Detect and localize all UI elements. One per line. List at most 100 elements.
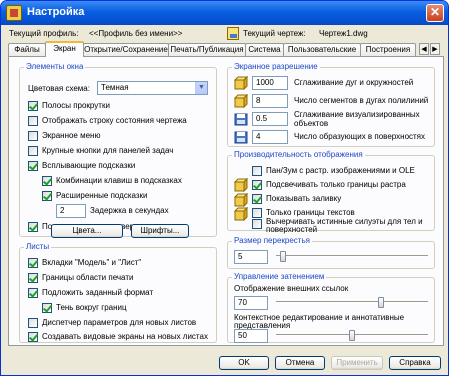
paper-shadow-label: Тень вокруг границ <box>56 303 127 312</box>
tab-scroll-right-button[interactable]: ▶ <box>430 43 440 55</box>
tab-files[interactable]: Файлы <box>8 43 46 56</box>
window-elements-group: Элементы окна Цветовая схема: Темная ▼ П… <box>19 62 217 237</box>
title-bar[interactable]: Настройка ✕ <box>1 1 448 25</box>
crosshair-size-title: Размер перекрестья <box>232 236 312 246</box>
profile-label: Текущий профиль: <box>9 29 79 38</box>
paper-shadow-checkbox[interactable] <box>42 303 52 313</box>
tooltips-checkbox[interactable] <box>28 161 38 171</box>
display-performance-group: Производительность отображения Пан/Зум с… <box>227 150 435 234</box>
tab-open-save[interactable]: Открытие/Сохранение <box>83 43 169 56</box>
close-button[interactable]: ✕ <box>426 4 444 22</box>
printable-area-label: Границы области печати <box>42 273 134 282</box>
xref-fade-track <box>276 301 428 303</box>
xref-fade-label: Отображение внешних ссылок <box>234 284 349 293</box>
tab-scroll-left-button[interactable]: ◀ <box>419 43 429 55</box>
rendered-smoothness-label-line2: объектов <box>294 119 329 128</box>
pan-zoom-raster-checkbox[interactable] <box>252 166 262 176</box>
options-dialog: Настройка ✕ Текущий профиль: <<Профиль б… <box>0 0 449 376</box>
cancel-button[interactable]: Отмена <box>275 356 325 370</box>
apply-button[interactable]: Применить <box>331 356 383 370</box>
app-icon <box>6 5 22 21</box>
pan-zoom-raster-label: Пан/Зум с растр. изображениями и OLE <box>266 166 415 175</box>
tooltips-label: Всплывающие подсказки <box>42 161 136 170</box>
crosshair-size-track <box>276 255 428 257</box>
color-scheme-select[interactable]: Темная ▼ <box>97 81 208 95</box>
page-setup-manager-label: Диспетчер параметров для новых листов <box>42 318 197 327</box>
create-viewport-label: Создавать видовые экраны на новых листах <box>42 332 208 341</box>
shortcut-keys-label: Комбинации клавиш в подсказках <box>56 176 182 185</box>
apply-solid-fill-label: Показывать заливку <box>266 194 342 203</box>
drawing-setting-icon <box>234 207 248 221</box>
crosshair-size-group: Размер перекрестья 5 <box>227 236 435 269</box>
extended-tooltips-checkbox[interactable] <box>42 191 52 201</box>
page-setup-manager-checkbox[interactable] <box>28 318 38 328</box>
apply-solid-fill-checkbox[interactable] <box>252 194 262 204</box>
screen-menu-label: Экранное меню <box>42 131 101 140</box>
crosshair-size-input[interactable]: 5 <box>234 250 268 264</box>
tab-system[interactable]: Система <box>245 43 284 56</box>
drawing-label: Текущий чертеж: <box>243 29 306 38</box>
display-tab-panel: Элементы окна Цветовая схема: Темная ▼ П… <box>8 56 444 346</box>
saved-setting-icon <box>234 113 248 126</box>
profile-value: <<Профиль без имени>> <box>89 29 183 38</box>
layout-elements-group: Листы Вкладки "Модель" и "Лист" Границы … <box>19 242 217 343</box>
scrollbars-checkbox[interactable] <box>28 101 38 111</box>
paper-background-checkbox[interactable] <box>28 288 38 298</box>
inplace-fade-slider[interactable] <box>349 330 355 341</box>
polyline-segments-label: Число сегментов в дугах полилиний <box>294 96 429 105</box>
rollover-tooltips-checkbox[interactable] <box>28 222 38 232</box>
highlight-raster-frame-checkbox[interactable] <box>252 180 262 190</box>
drawing-icon <box>227 27 239 40</box>
inplace-fade-input[interactable]: 50 <box>234 329 268 343</box>
color-scheme-value: Темная <box>101 83 129 92</box>
delay-seconds-input[interactable]: 2 <box>56 204 86 218</box>
polyline-segments-input[interactable]: 8 <box>252 94 288 108</box>
paper-background-label: Подложить заданный формат <box>42 288 154 297</box>
drawing-setting-icon <box>234 193 248 207</box>
create-viewport-checkbox[interactable] <box>28 332 38 342</box>
drawing-value: Чертеж1.dwg <box>319 29 368 38</box>
tab-display[interactable]: Экран <box>45 41 84 57</box>
window-title: Настройка <box>27 6 85 18</box>
status-bar-label: Отображать строку состояния чертежа <box>42 116 187 125</box>
tab-user-preferences[interactable]: Пользовательские <box>283 43 361 56</box>
layout-tabs-label: Вкладки "Модель" и "Лист" <box>42 258 142 267</box>
colors-button[interactable]: Цвета... <box>51 224 123 238</box>
large-buttons-label: Крупные кнопки для панелей задач <box>42 146 174 155</box>
rendered-smoothness-input[interactable]: 0.5 <box>252 112 288 126</box>
help-button[interactable]: Справка <box>389 356 441 370</box>
scrollbars-label: Полосы прокрутки <box>42 101 110 110</box>
extended-tooltips-label: Расширенные подсказки <box>56 191 148 200</box>
text-boundary-checkbox[interactable] <box>252 208 262 218</box>
display-resolution-title: Экранное разрешение <box>232 62 320 72</box>
true-silhouettes-label-line2: поверхностей <box>266 225 318 234</box>
drawing-setting-icon <box>234 76 248 90</box>
fade-control-title: Управление затенением <box>232 272 327 282</box>
status-bar-checkbox[interactable] <box>28 116 38 126</box>
true-silhouettes-checkbox[interactable] <box>252 219 262 229</box>
delay-seconds-label: Задержка в секундах <box>90 206 169 215</box>
arc-smoothness-label: Сглаживание дуг и окружностей <box>294 78 414 87</box>
shortcut-keys-checkbox[interactable] <box>42 176 52 186</box>
ok-button[interactable]: OK <box>219 356 269 370</box>
screen-menu-checkbox[interactable] <box>28 131 38 141</box>
tab-plot-publish[interactable]: Печать/Публикация <box>168 43 246 56</box>
drawing-setting-icon <box>234 178 248 192</box>
window-elements-title: Элементы окна <box>24 62 86 72</box>
drawing-setting-icon <box>234 94 248 108</box>
tab-drafting[interactable]: Построения <box>360 43 416 56</box>
crosshair-size-slider[interactable] <box>280 251 287 262</box>
saved-setting-icon <box>234 131 248 144</box>
printable-area-checkbox[interactable] <box>28 273 38 283</box>
arc-smoothness-input[interactable]: 1000 <box>252 76 288 90</box>
highlight-raster-frame-label: Подсвечивать только границы растра <box>266 180 406 189</box>
contour-lines-input[interactable]: 4 <box>252 130 288 144</box>
color-scheme-label: Цветовая схема: <box>28 84 90 93</box>
large-buttons-checkbox[interactable] <box>28 146 38 156</box>
xref-fade-slider[interactable] <box>378 297 385 308</box>
layout-elements-title: Листы <box>24 242 52 252</box>
layout-tabs-checkbox[interactable] <box>28 258 38 268</box>
fonts-button[interactable]: Шрифты... <box>131 224 189 238</box>
xref-fade-input[interactable]: 70 <box>234 296 268 310</box>
chevron-down-icon[interactable]: ▼ <box>195 82 207 94</box>
